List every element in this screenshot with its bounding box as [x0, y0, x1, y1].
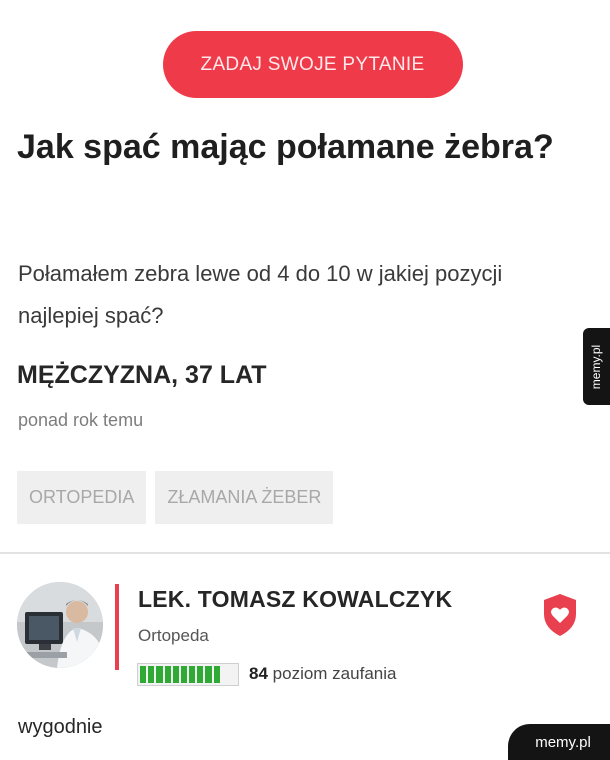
tag-ortopedia[interactable]: ORTOPEDIA [17, 471, 147, 524]
doctor-accent-bar [115, 584, 119, 670]
trust-segment [189, 666, 196, 683]
side-watermark: memy.pl [583, 328, 610, 405]
trust-level-bar [137, 663, 239, 686]
trust-segment [140, 666, 147, 683]
section-divider [0, 552, 610, 554]
doctor-avatar[interactable] [17, 582, 103, 668]
trust-segment [156, 666, 163, 683]
trust-segment [230, 666, 236, 683]
trust-segment [222, 666, 228, 683]
trust-value: 84 [249, 664, 268, 683]
ask-button-container: ZADAJ SWOJE PYTANIE [0, 31, 610, 98]
tag-zlamania-zeber[interactable]: ZŁAMANIA ŻEBER [155, 471, 334, 524]
question-body: Połamałem zebra lewe od 4 do 10 w jakiej… [18, 261, 503, 328]
tag-list: ORTOPEDIA ZŁAMANIA ŻEBER [17, 471, 334, 524]
doctor-name[interactable]: LEK. TOMASZ KOWALCZYK [138, 586, 452, 613]
trust-segment [164, 666, 171, 683]
trust-segment [197, 666, 204, 683]
question-time: ponad rok temu [18, 410, 144, 430]
page: ZADAJ SWOJE PYTANIE Jak spać mając połam… [0, 0, 610, 760]
answer-text: wygodnie [18, 716, 103, 738]
question-title: Jak spać mając połamane żebra? [17, 128, 554, 166]
trust-segment [205, 666, 212, 683]
corner-watermark: memy.pl [508, 724, 610, 760]
trust-segment [148, 666, 155, 683]
doctor-photo-icon [17, 582, 103, 668]
question-author: MĘŻCZYZNA, 37 LAT [17, 361, 267, 389]
side-watermark-text: memy.pl [589, 344, 604, 389]
doctor-specialty: Ortopeda [138, 626, 209, 645]
shield-heart-icon[interactable] [541, 592, 579, 638]
trust-segment [213, 666, 220, 683]
trust-level-text: 84 poziom zaufania [249, 664, 396, 684]
trust-segment [172, 666, 179, 683]
trust-segment [180, 666, 188, 683]
ask-question-button[interactable]: ZADAJ SWOJE PYTANIE [162, 31, 463, 98]
trust-label: poziom zaufania [272, 664, 397, 683]
